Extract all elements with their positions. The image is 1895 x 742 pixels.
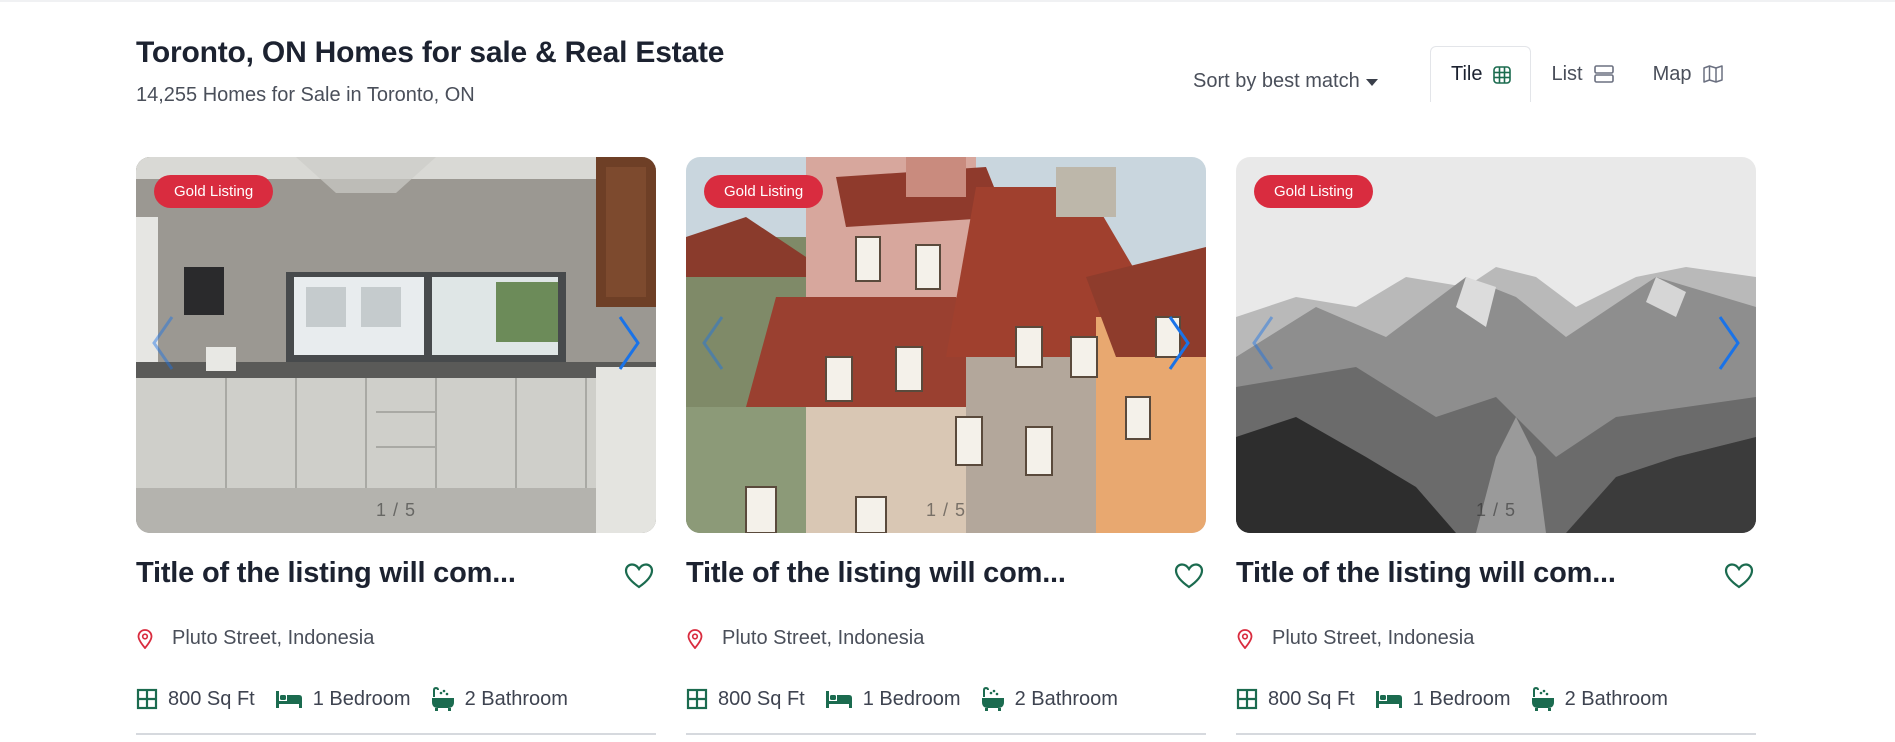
bathroom-feature: 2 Bathroom <box>1531 687 1668 711</box>
listing-features: 800 Sq Ft 1 Bedroom 2 Bathroom <box>1236 687 1688 711</box>
page-title: Toronto, ON Homes for sale & Real Estate <box>136 36 725 69</box>
bedroom-text: 1 Bedroom <box>862 687 961 710</box>
area-feature: 800 Sq Ft <box>136 688 255 711</box>
heart-icon[interactable] <box>624 562 654 590</box>
tab-map[interactable]: Map <box>1633 46 1742 102</box>
bathroom-text: 2 Bathroom <box>1564 687 1668 710</box>
heart-icon[interactable] <box>1174 562 1204 590</box>
location-pin-icon <box>687 628 703 649</box>
photo-counter: 1 / 5 <box>1475 500 1517 520</box>
listing-card[interactable]: Gold Listing 1 / 5 Title of the listing … <box>1236 157 1756 735</box>
bathtub-icon <box>981 687 1004 711</box>
view-toggle: Tile List Map <box>1430 46 1742 102</box>
bathroom-feature: 2 Bathroom <box>431 687 568 711</box>
bathroom-text: 2 Bathroom <box>1014 687 1118 710</box>
townhouses-photo <box>686 157 1206 533</box>
card-divider <box>686 733 1206 735</box>
area-text: 800 Sq Ft <box>1268 687 1355 710</box>
map-icon <box>1702 65 1723 83</box>
location-pin-icon <box>1237 628 1253 649</box>
bathroom-text: 2 Bathroom <box>464 687 568 710</box>
chevron-left-icon[interactable] <box>1248 313 1278 373</box>
card-divider <box>1236 733 1756 735</box>
location-pin-icon <box>137 628 153 649</box>
sort-label: Sort by best match <box>1193 70 1360 92</box>
address-text: Pluto Street, Indonesia <box>722 627 925 649</box>
chevron-right-icon[interactable] <box>614 313 644 373</box>
card-divider <box>136 733 656 735</box>
listing-card[interactable]: Gold Listing 1 / 5 Title of the listing … <box>686 157 1206 735</box>
gold-listing-badge: Gold Listing <box>1254 175 1374 208</box>
bedroom-text: 1 Bedroom <box>312 687 411 710</box>
listing-address: Pluto Street, Indonesia <box>686 627 924 650</box>
photo-counter: 1 / 5 <box>925 500 967 520</box>
tab-map-label: Map <box>1652 62 1692 85</box>
floorplan-icon <box>136 688 158 710</box>
chevron-left-icon[interactable] <box>698 313 728 373</box>
gold-listing-badge: Gold Listing <box>704 175 824 208</box>
tab-tile[interactable]: Tile <box>1430 46 1532 102</box>
chevron-right-icon[interactable] <box>1714 313 1744 373</box>
area-feature: 800 Sq Ft <box>686 688 805 711</box>
heart-icon[interactable] <box>1724 562 1754 590</box>
listing-title[interactable]: Title of the listing will com... <box>686 557 1066 590</box>
gold-listing-badge: Gold Listing <box>154 175 274 208</box>
listing-address: Pluto Street, Indonesia <box>136 627 374 650</box>
bed-icon <box>825 691 852 708</box>
listing-grid: Gold Listing 1 / 5 Title of the listing … <box>136 157 1756 742</box>
listing-address: Pluto Street, Indonesia <box>1236 627 1474 650</box>
tab-list-label: List <box>1551 62 1583 85</box>
listing-photo[interactable]: Gold Listing 1 / 5 <box>136 157 656 533</box>
kitchen-photo <box>136 157 656 533</box>
listing-photo[interactable]: Gold Listing 1 / 5 <box>686 157 1206 533</box>
area-text: 800 Sq Ft <box>718 687 805 710</box>
top-divider <box>0 0 1895 2</box>
floorplan-icon <box>1236 688 1258 710</box>
chevron-left-icon[interactable] <box>148 313 178 373</box>
bedroom-feature: 1 Bedroom <box>825 688 961 711</box>
listing-features: 800 Sq Ft 1 Bedroom 2 Bathroom <box>136 687 588 711</box>
address-text: Pluto Street, Indonesia <box>172 627 375 649</box>
bedroom-feature: 1 Bedroom <box>275 688 411 711</box>
bed-icon <box>275 691 302 708</box>
area-feature: 800 Sq Ft <box>1236 688 1355 711</box>
area-text: 800 Sq Ft <box>168 687 255 710</box>
bedroom-feature: 1 Bedroom <box>1375 688 1511 711</box>
mountains-photo <box>1236 157 1756 533</box>
bedroom-text: 1 Bedroom <box>1412 687 1511 710</box>
bathtub-icon <box>1531 687 1554 711</box>
floorplan-icon <box>686 688 708 710</box>
listing-card[interactable]: Gold Listing 1 / 5 Title of the listing … <box>136 157 656 735</box>
grid-icon <box>1493 65 1512 84</box>
sort-dropdown[interactable]: Sort by best match <box>1193 70 1378 93</box>
results-count: 14,255 Homes for Sale in Toronto, ON <box>136 84 475 106</box>
listing-title[interactable]: Title of the listing will com... <box>136 557 516 590</box>
photo-counter: 1 / 5 <box>375 500 417 520</box>
bed-icon <box>1375 691 1402 708</box>
bathroom-feature: 2 Bathroom <box>981 687 1118 711</box>
caret-down-icon <box>1365 78 1378 86</box>
address-text: Pluto Street, Indonesia <box>1272 627 1475 649</box>
tab-tile-label: Tile <box>1451 63 1483 85</box>
listing-title[interactable]: Title of the listing will com... <box>1236 557 1616 590</box>
tab-list[interactable]: List <box>1531 46 1632 102</box>
chevron-right-icon[interactable] <box>1164 313 1194 373</box>
listing-photo[interactable]: Gold Listing 1 / 5 <box>1236 157 1756 533</box>
bathtub-icon <box>431 687 454 711</box>
listing-features: 800 Sq Ft 1 Bedroom 2 Bathroom <box>686 687 1138 711</box>
list-icon <box>1593 65 1614 83</box>
